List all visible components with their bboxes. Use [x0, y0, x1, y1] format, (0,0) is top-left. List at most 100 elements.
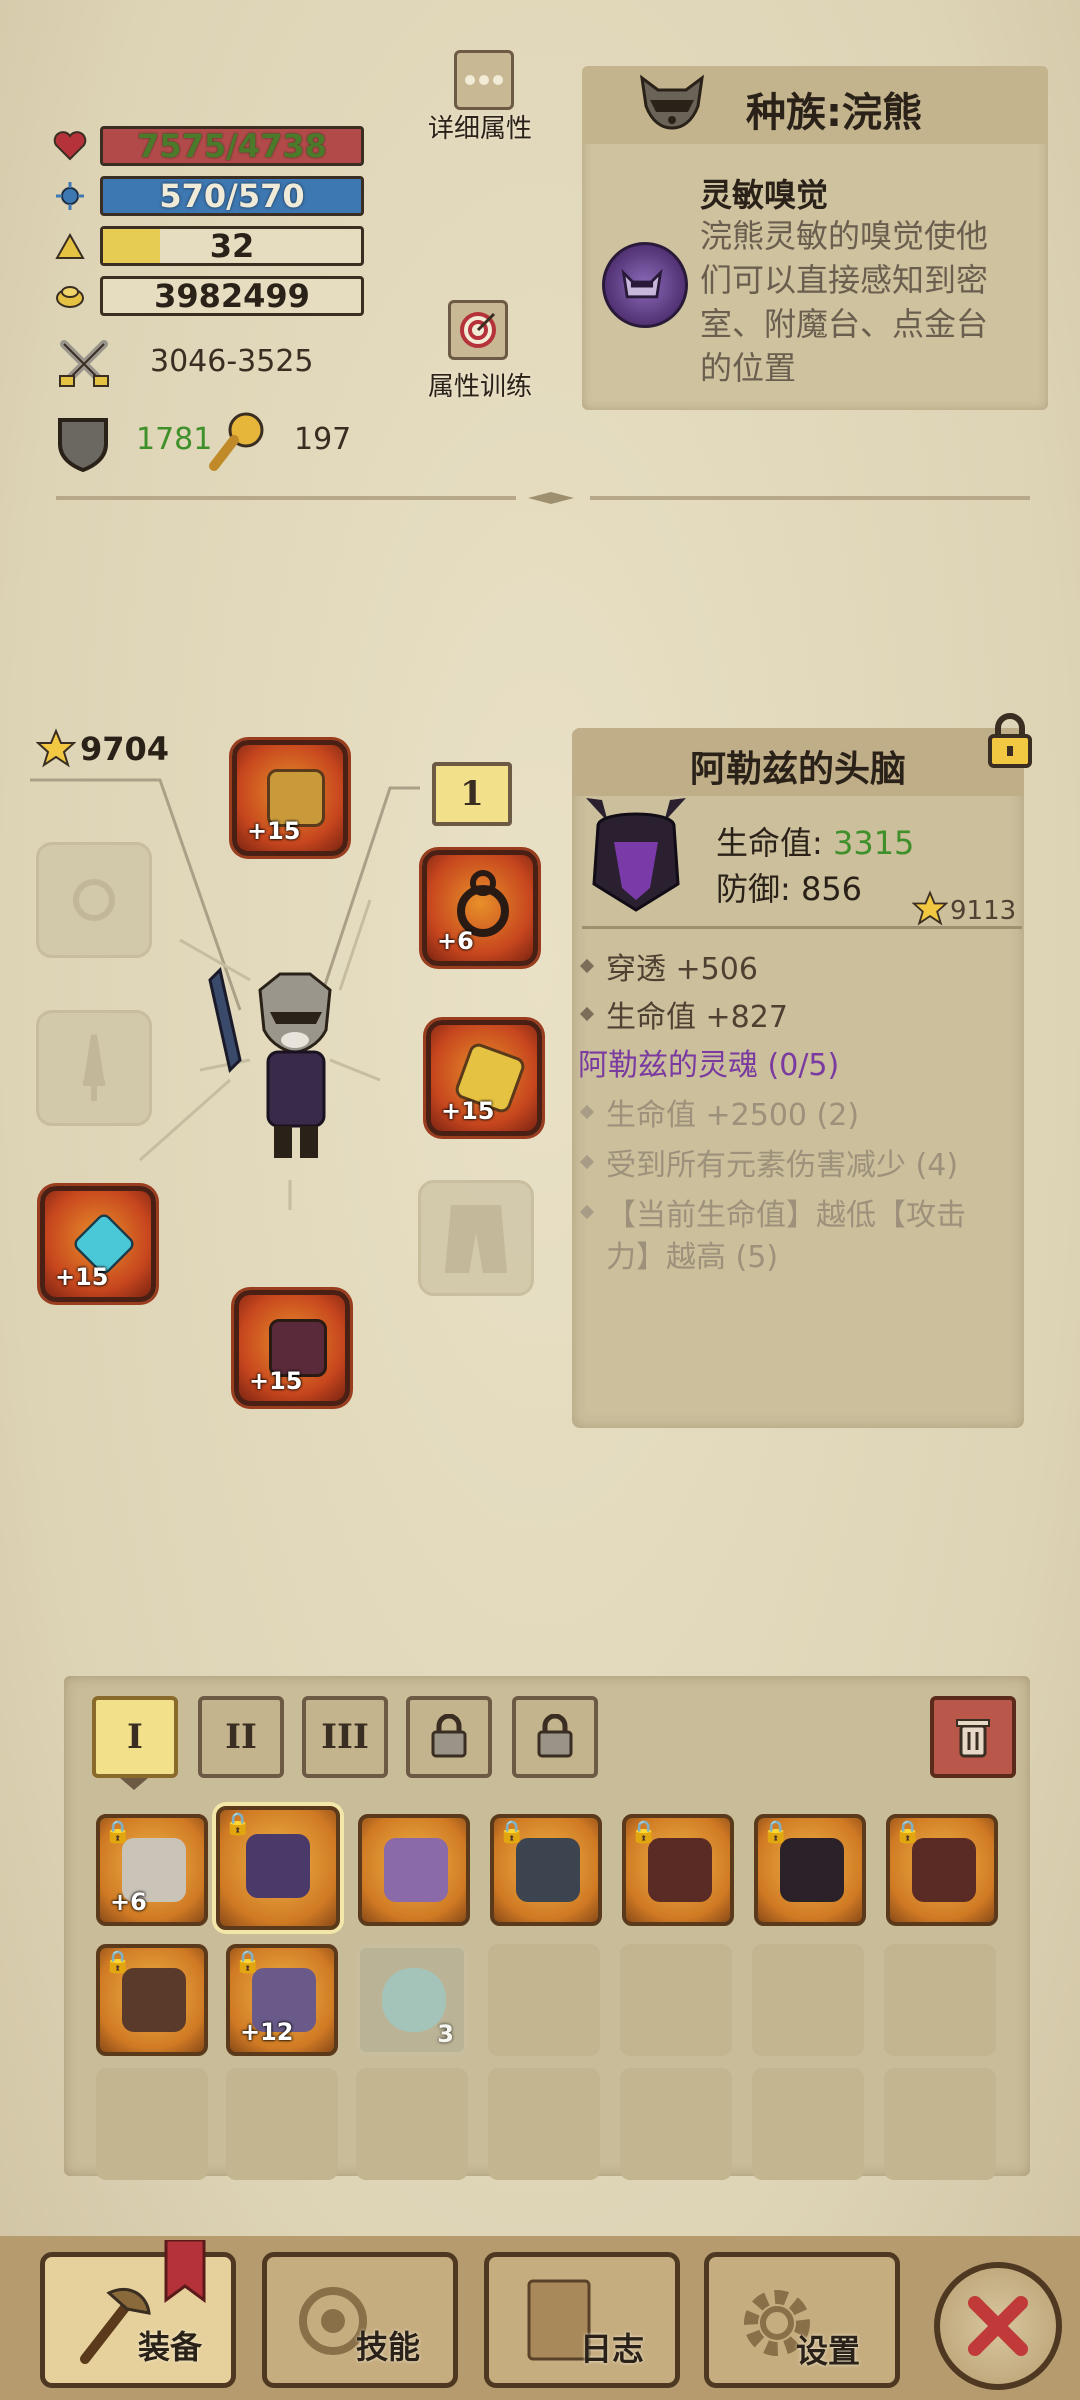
divider-left [56, 496, 516, 500]
level-row: 32 [52, 224, 364, 268]
ring-slot-empty[interactable] [36, 842, 152, 958]
item-hp-value: 3315 [832, 824, 915, 862]
special-value: 197 [294, 422, 352, 457]
item-plus: +12 [240, 2018, 294, 2046]
more-dots-icon [465, 75, 503, 85]
mp-bar: 570/570 [100, 176, 364, 216]
dagger-placeholder-icon [83, 1034, 105, 1101]
hp-row: 7575/4738 [52, 124, 364, 168]
bag-tab-3[interactable]: III [302, 1696, 388, 1778]
level-value: 32 [209, 227, 255, 265]
bag-tab-locked-5[interactable] [512, 1696, 598, 1778]
skill-description: 浣熊灵敏的嗅觉使他们可以直接感知到密室、附魔台、点金台的位置 [700, 217, 989, 387]
helm-item-portrait [574, 792, 698, 918]
mana-icon [52, 178, 88, 214]
amulet-slot[interactable]: +15 [40, 1186, 156, 1302]
tier-badge: 1 [432, 762, 512, 826]
coin-staff-icon [208, 410, 268, 472]
bag-slot-empty[interactable] [884, 2068, 996, 2180]
shield-icon [56, 414, 110, 473]
item-defense: 防御: 856 [716, 870, 863, 908]
lock-icon[interactable] [984, 712, 1036, 770]
set-bonus-5: 【当前生命值】越低【攻击 [579, 1190, 966, 1234]
bag-slot-empty[interactable] [226, 2068, 338, 2180]
bag-item-potion[interactable]: 3 [356, 1944, 468, 2056]
bag-item-axe[interactable]: 🔒 +6 [96, 1814, 208, 1926]
lock-icon [537, 1714, 573, 1758]
item-attr-hp: 生命值 +827 [579, 992, 788, 1036]
bag-tab-2[interactable]: II [198, 1696, 284, 1778]
weapon-slot[interactable]: +15 [426, 1020, 542, 1136]
raccoon-character[interactable] [190, 960, 370, 1170]
bag-item-armor[interactable]: 🔒 [490, 1814, 602, 1926]
bag-item-legs[interactable]: 🔒 [622, 1814, 734, 1926]
item-attr-penetration: 穿透 +506 [579, 944, 758, 988]
gold-value: 3982499 [154, 277, 310, 315]
potion-quantity: 3 [437, 2020, 454, 2048]
bag-slot-empty[interactable] [620, 1944, 732, 2056]
offhand-slot-empty[interactable] [36, 1010, 152, 1126]
bag-slot-empty[interactable] [752, 1944, 864, 2056]
bag-item-helm-selected[interactable]: 🔒 [216, 1806, 340, 1930]
bag-item-spider[interactable]: 🔒 [754, 1814, 866, 1926]
close-button[interactable] [934, 2262, 1062, 2390]
details-button[interactable] [454, 50, 514, 110]
bag-item-gauntlet[interactable]: 🔒 +12 [226, 1944, 338, 2056]
set-bonus-5-cont: 力】越高 (5) [606, 1232, 778, 1276]
bag-slot-empty[interactable] [884, 1944, 996, 2056]
bag-slot-empty[interactable] [488, 1944, 600, 2056]
raccoon-icon [636, 72, 708, 132]
lock-icon [431, 1714, 467, 1758]
details-label: 详细属性 [428, 114, 533, 144]
gold-icon [52, 278, 88, 314]
beast-head-icon [122, 1968, 186, 2032]
race-title: 种族:浣熊 [746, 90, 922, 136]
triangle-icon [52, 228, 88, 264]
bag-slot-empty[interactable] [356, 2068, 468, 2180]
item-lock-icon: 🔒 [224, 1812, 252, 1837]
pants-placeholder-icon [445, 1205, 507, 1273]
bag-item-beast[interactable]: 🔒 [96, 1944, 208, 2056]
set-bonus-text: 【当前生命值】越低【攻击 [606, 1198, 966, 1233]
claw-icon [912, 1838, 976, 1902]
bag-item-claw[interactable]: 🔒 [886, 1814, 998, 1926]
pants-slot-empty[interactable] [418, 1180, 534, 1296]
training-button[interactable] [448, 300, 508, 360]
bag-tab-label: I [127, 1717, 143, 1757]
helmet-slot[interactable]: +15 [232, 740, 348, 856]
divider-ornament [528, 490, 574, 506]
training-label: 属性训练 [428, 372, 533, 402]
bag-tab-locked-4[interactable] [406, 1696, 492, 1778]
item-star-icon [911, 890, 949, 926]
item-hp-label: 生命值: [716, 824, 823, 862]
leg-armor-icon [648, 1838, 712, 1902]
gold-row: 3982499 [52, 274, 364, 318]
defense-value: 1781 [136, 422, 213, 457]
skill-name: 灵敏嗅觉 [700, 176, 829, 214]
armor-icon [516, 1838, 580, 1902]
item-lock-icon: 🔒 [104, 1820, 132, 1845]
bag-item-ram-helm[interactable] [358, 1814, 470, 1926]
trash-icon [956, 1719, 990, 1758]
trash-button[interactable] [930, 1696, 1016, 1778]
level-bar: 32 [100, 226, 364, 266]
armor-plus: +15 [249, 1367, 303, 1395]
bag-slot-empty[interactable] [620, 2068, 732, 2180]
bookmark-ribbon [162, 2238, 208, 2304]
set-name: 阿勒兹的灵魂 (0/5) [578, 1048, 840, 1083]
ram-helm-icon [384, 1838, 448, 1902]
heart-icon [52, 128, 88, 164]
bag-slot-empty[interactable] [488, 2068, 600, 2180]
armor-slot[interactable]: +15 [234, 1290, 350, 1406]
ring-slot[interactable]: +6 [422, 850, 538, 966]
bag-tab-1[interactable]: I [92, 1696, 178, 1778]
set-bonus-2: 生命值 +2500 (2) [579, 1090, 859, 1134]
gold-bar: 3982499 [100, 276, 364, 316]
set-bonus-4: 受到所有元素伤害减少 (4) [579, 1140, 958, 1184]
nav-equip-label: 装备 [138, 2328, 203, 2366]
level-progress-fill [103, 229, 160, 263]
bag-slot-empty[interactable] [96, 2068, 208, 2180]
item-plus: +6 [110, 1888, 147, 1916]
swords-icon [56, 336, 112, 392]
bag-slot-empty[interactable] [752, 2068, 864, 2180]
